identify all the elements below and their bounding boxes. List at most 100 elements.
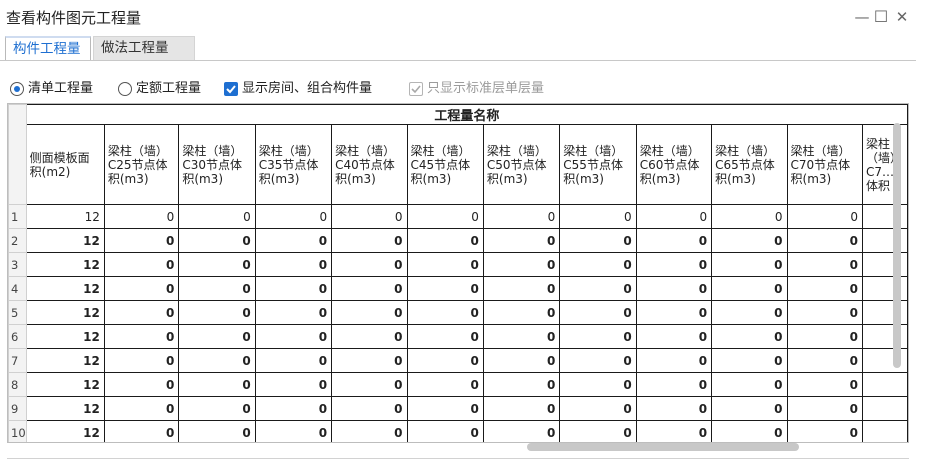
table-cell[interactable]: 0	[635, 276, 713, 301]
table-cell[interactable]: 0	[711, 324, 788, 349]
table-cell[interactable]: 12	[25, 372, 105, 397]
table-cell[interactable]: 0	[559, 300, 637, 325]
table-cell[interactable]: 0	[406, 348, 484, 373]
table-cell[interactable]: 0	[254, 300, 333, 325]
table-cell[interactable]: 0	[331, 300, 408, 325]
table-row[interactable]: 7 12 0 0 0 0 0 0 0 0 0 0	[8, 348, 908, 373]
table-cell[interactable]: 0	[254, 228, 333, 253]
table-cell[interactable]: 0	[559, 252, 637, 277]
table-cell[interactable]: 12	[25, 420, 105, 442]
column-header[interactable]: 梁柱（墙）C60节点体积(m3)	[635, 124, 713, 205]
table-cell[interactable]: 0	[331, 204, 408, 229]
table-cell[interactable]: 0	[254, 252, 333, 277]
table-cell[interactable]: 0	[103, 324, 180, 349]
table-cell[interactable]: 0	[711, 420, 788, 442]
table-cell[interactable]: 0	[178, 324, 256, 349]
table-cell[interactable]: 0	[178, 276, 256, 301]
radio-quota-quantity[interactable]: 定额工程量	[118, 79, 218, 99]
table-cell[interactable]: 0	[254, 396, 333, 421]
table-cell[interactable]: 0	[711, 228, 788, 253]
table-cell-truncated[interactable]	[861, 396, 908, 421]
table-cell[interactable]: 0	[331, 420, 408, 442]
table-cell[interactable]: 12	[25, 228, 105, 253]
table-row[interactable]: 8 12 0 0 0 0 0 0 0 0 0 0	[8, 372, 908, 397]
table-cell[interactable]: 0	[254, 204, 333, 229]
table-row[interactable]: 9 12 0 0 0 0 0 0 0 0 0 0	[8, 396, 908, 421]
table-cell[interactable]: 0	[635, 372, 713, 397]
row-number[interactable]: 6	[8, 324, 27, 349]
table-cell[interactable]: 0	[711, 276, 788, 301]
table-cell[interactable]: 0	[406, 372, 484, 397]
table-cell[interactable]: 0	[103, 300, 180, 325]
table-row[interactable]: 1 12 0 0 0 0 0 0 0 0 0 0	[8, 204, 908, 229]
table-cell[interactable]: 12	[25, 348, 105, 373]
table-cell[interactable]: 0	[786, 324, 863, 349]
table-cell[interactable]: 12	[25, 276, 105, 301]
column-header[interactable]: 梁柱（墙）C55节点体积(m3)	[559, 124, 637, 205]
table-cell-truncated[interactable]	[861, 420, 908, 442]
table-cell[interactable]: 12	[25, 300, 105, 325]
table-cell[interactable]: 0	[103, 372, 180, 397]
table-cell[interactable]: 0	[786, 300, 863, 325]
row-number[interactable]: 5	[8, 300, 27, 325]
horizontal-scrollbar[interactable]	[527, 443, 799, 451]
tab-method-quantity[interactable]: 做法工程量	[93, 36, 195, 60]
table-cell[interactable]: 0	[331, 252, 408, 277]
corner-cell[interactable]	[8, 104, 27, 205]
column-header[interactable]: 梁柱（墙）C70节点体积(m3)	[786, 124, 863, 205]
table-cell[interactable]: 0	[331, 348, 408, 373]
row-number[interactable]: 4	[8, 276, 27, 301]
table-cell[interactable]: 0	[178, 252, 256, 277]
checkbox-standard-floor[interactable]: 只显示标准层单层量	[409, 79, 569, 99]
table-cell[interactable]: 0	[331, 396, 408, 421]
table-cell[interactable]: 0	[786, 204, 863, 229]
table-cell[interactable]: 0	[178, 300, 256, 325]
table-row[interactable]: 5 12 0 0 0 0 0 0 0 0 0 0	[8, 300, 908, 325]
radio-bill-quantity[interactable]: 清单工程量	[10, 79, 110, 99]
row-number[interactable]: 2	[8, 228, 27, 253]
column-header[interactable]: 梁柱（墙）C30节点体积(m3)	[178, 124, 256, 205]
table-cell[interactable]: 0	[406, 396, 484, 421]
table-cell[interactable]: 0	[635, 204, 713, 229]
table-cell[interactable]: 0	[786, 276, 863, 301]
table-cell[interactable]: 12	[25, 204, 105, 229]
column-header[interactable]: 梁柱（墙）C65节点体积(m3)	[711, 124, 788, 205]
table-cell[interactable]: 0	[254, 420, 333, 442]
table-row[interactable]: 2 12 0 0 0 0 0 0 0 0 0 0	[8, 228, 908, 253]
table-cell[interactable]: 0	[331, 276, 408, 301]
table-cell[interactable]: 0	[254, 372, 333, 397]
close-icon[interactable]: ✕	[891, 7, 913, 27]
table-cell[interactable]: 0	[635, 300, 713, 325]
table-cell-truncated[interactable]	[861, 372, 908, 397]
table-cell[interactable]: 0	[103, 276, 180, 301]
checkbox-show-room[interactable]: 显示房间、组合构件量	[224, 79, 404, 99]
table-cell[interactable]: 0	[786, 420, 863, 442]
table-cell[interactable]: 0	[482, 252, 561, 277]
table-cell[interactable]: 0	[103, 420, 180, 442]
table-cell[interactable]: 12	[25, 396, 105, 421]
table-cell[interactable]: 0	[178, 204, 256, 229]
table-cell[interactable]: 0	[711, 372, 788, 397]
column-header[interactable]: 梁柱（墙）C25节点体积(m3)	[103, 124, 180, 205]
table-cell[interactable]: 0	[331, 324, 408, 349]
table-cell[interactable]: 0	[254, 348, 333, 373]
column-header[interactable]: 梁柱（墙）C35节点体积(m3)	[254, 124, 333, 205]
table-cell[interactable]: 0	[482, 228, 561, 253]
table-cell[interactable]: 0	[331, 372, 408, 397]
table-cell[interactable]: 0	[103, 228, 180, 253]
table-cell[interactable]: 0	[786, 228, 863, 253]
table-row[interactable]: 6 12 0 0 0 0 0 0 0 0 0 0	[8, 324, 908, 349]
row-number[interactable]: 7	[8, 348, 27, 373]
table-cell[interactable]: 0	[178, 420, 256, 442]
table-cell[interactable]: 0	[786, 396, 863, 421]
table-cell[interactable]: 0	[482, 276, 561, 301]
table-cell[interactable]: 0	[711, 396, 788, 421]
quantity-grid[interactable]: 工程量名称 侧面模板面积(m2) 梁柱（墙）C25节点体积(m3) 梁柱（墙）C30节…	[7, 103, 909, 443]
table-cell[interactable]: 0	[178, 372, 256, 397]
table-cell[interactable]: 0	[711, 348, 788, 373]
table-cell[interactable]: 0	[103, 204, 180, 229]
table-cell[interactable]: 0	[406, 300, 484, 325]
table-cell[interactable]: 0	[406, 324, 484, 349]
table-cell[interactable]: 0	[635, 396, 713, 421]
table-cell[interactable]: 0	[786, 348, 863, 373]
